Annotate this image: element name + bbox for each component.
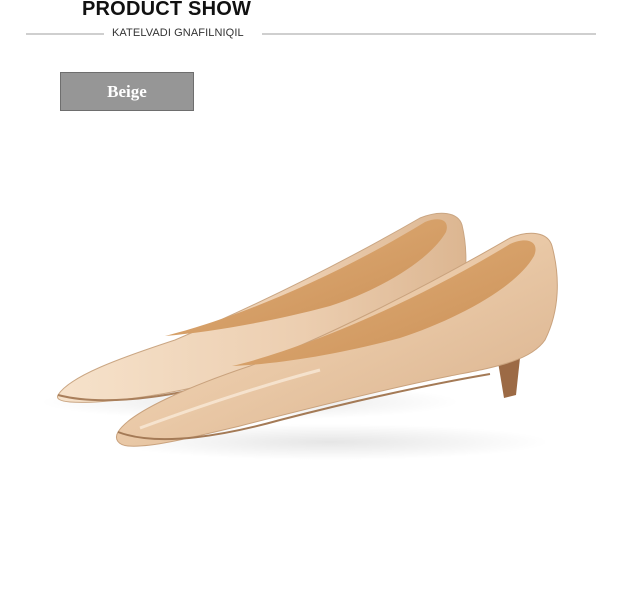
color-tag-label: Beige xyxy=(107,81,147,101)
page-title: PRODUCT SHOW xyxy=(82,0,252,20)
shoe-product-image xyxy=(40,212,558,460)
divider-left xyxy=(26,33,104,35)
brand-subtitle: KATELVADI GNAFILNIQIL xyxy=(112,27,244,39)
divider-right xyxy=(262,33,596,35)
color-tag: Beige xyxy=(60,72,194,111)
